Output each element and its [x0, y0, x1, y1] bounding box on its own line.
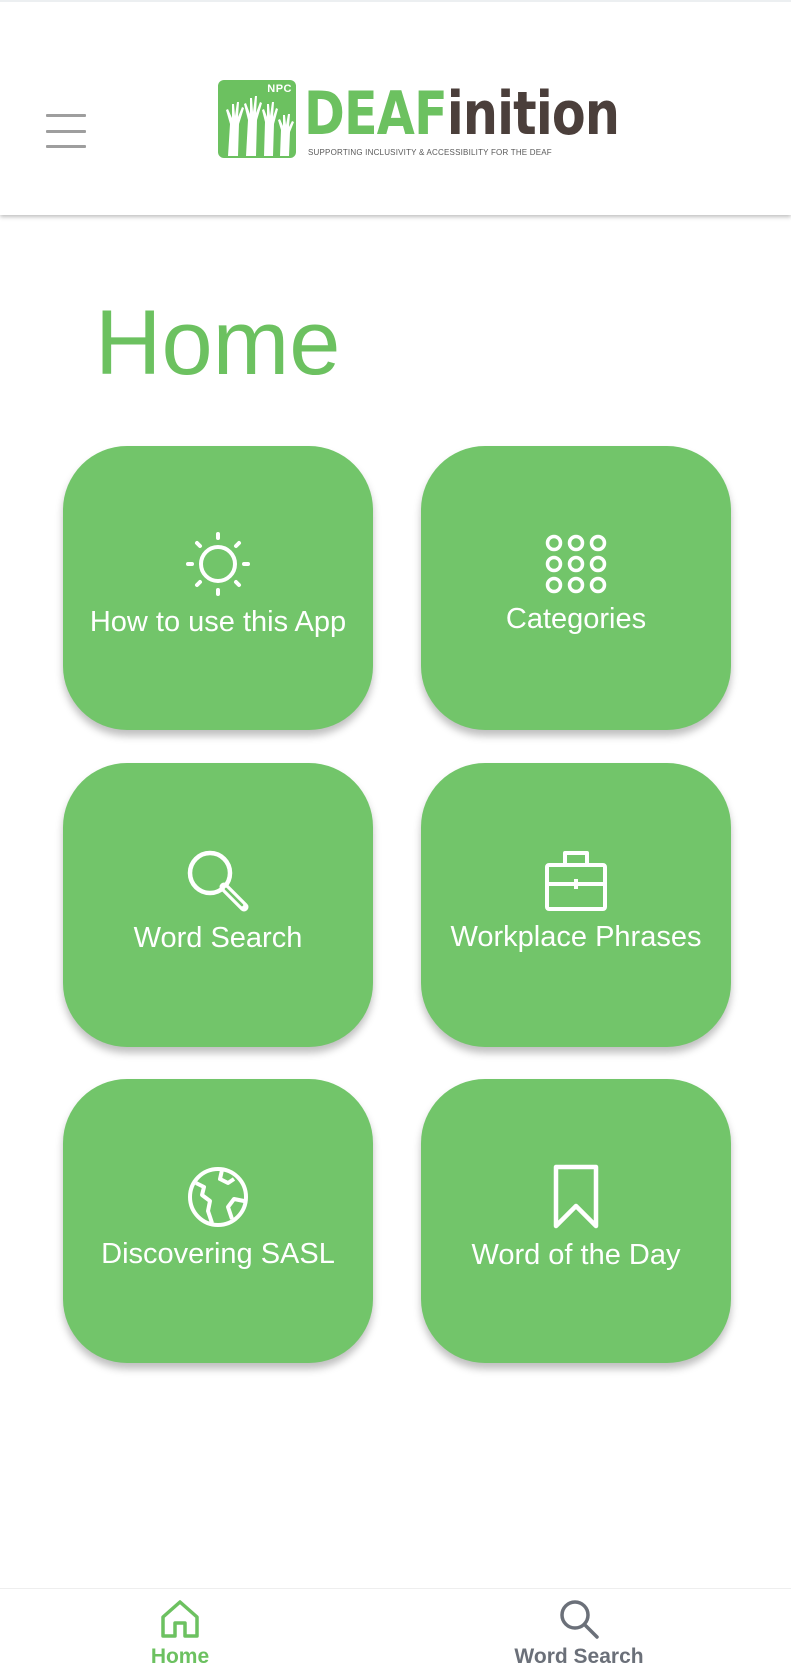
tile-how-to-use[interactable]: How to use this App	[63, 446, 373, 730]
logo-tagline: SUPPORTING INCLUSIVITY & ACCESSIBILITY F…	[308, 148, 552, 157]
page-title: Home	[95, 292, 341, 394]
hamburger-menu-icon[interactable]	[46, 114, 86, 148]
logo-badge: NPC	[267, 83, 292, 95]
nav-label-home: Home	[150, 1645, 210, 1668]
logo-name-part1: DEAF	[304, 79, 448, 149]
search-icon	[187, 850, 249, 912]
tile-label: How to use this App	[89, 606, 347, 638]
tile-categories[interactable]: Categories	[421, 446, 731, 730]
sun-icon	[186, 532, 250, 596]
tile-label: Word of the Day	[471, 1239, 681, 1271]
tile-word-of-the-day[interactable]: Word of the Day	[421, 1079, 731, 1363]
grid-dots-icon	[545, 534, 607, 594]
hands-logo-icon: NPC	[218, 80, 296, 158]
home-icon	[161, 1600, 199, 1638]
tile-label: Categories	[505, 603, 647, 635]
logo-wordmark: DEAFinition	[304, 78, 620, 150]
tile-word-search[interactable]: Word Search	[63, 763, 373, 1047]
tile-label: Word Search	[133, 922, 303, 954]
tile-label: Discovering SASL	[101, 1238, 335, 1270]
nav-item-word-search[interactable]: Word Search	[469, 1599, 689, 1672]
logo-name-part2: inition	[446, 79, 620, 149]
app-header: NPC DEAFinition SUPPORTING INCLUSIVITY &…	[0, 0, 791, 215]
search-icon	[560, 1600, 599, 1639]
nav-item-home[interactable]: Home	[70, 1599, 290, 1672]
tile-label: Workplace Phrases	[450, 921, 702, 953]
briefcase-icon	[545, 851, 607, 911]
deafinition-logo: NPC DEAFinition SUPPORTING INCLUSIVITY &…	[218, 78, 620, 162]
tile-workplace-phrases[interactable]: Workplace Phrases	[421, 763, 731, 1047]
nav-label-word-search: Word Search	[514, 1645, 644, 1668]
bookmark-icon	[553, 1164, 599, 1229]
tile-discovering-sasl[interactable]: Discovering SASL	[63, 1079, 373, 1363]
bottom-navigation: Home Word Search	[0, 1588, 791, 1672]
app-screen: NPC DEAFinition SUPPORTING INCLUSIVITY &…	[0, 0, 791, 1672]
globe-icon	[188, 1167, 248, 1227]
